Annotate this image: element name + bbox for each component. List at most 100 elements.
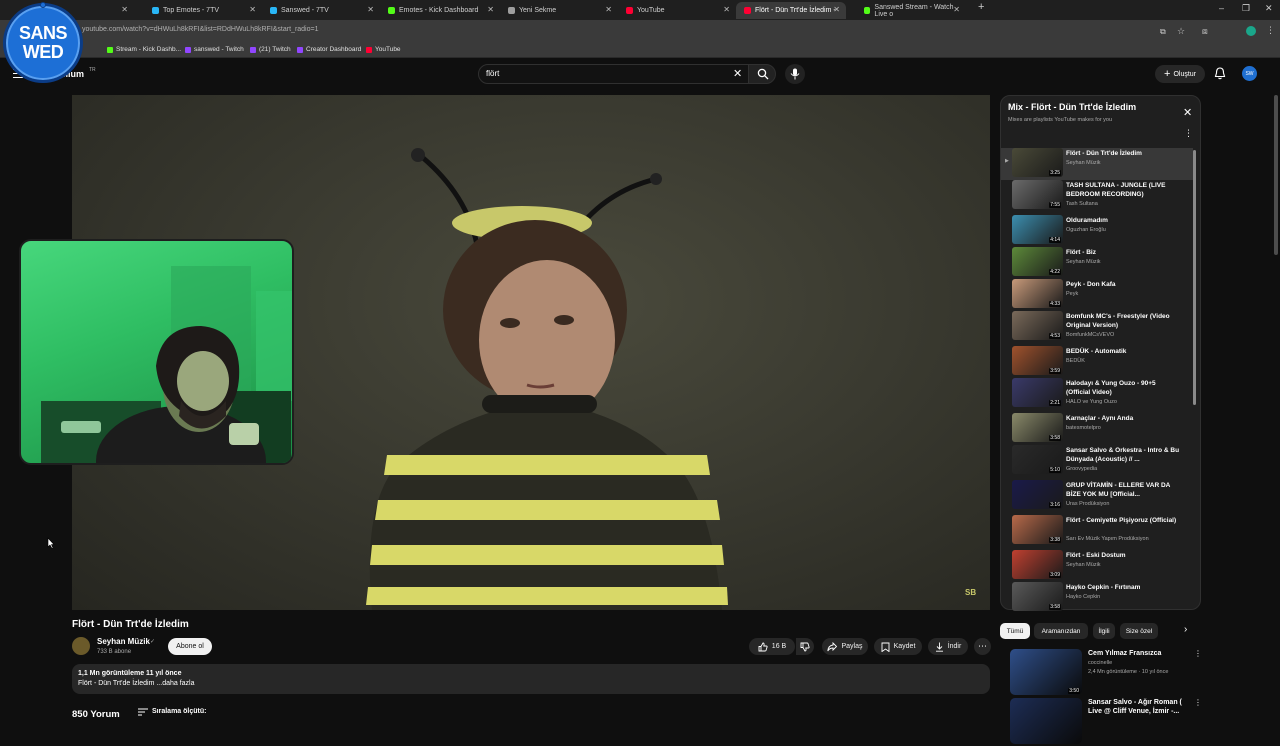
playlist-item[interactable]: 3:09 Flört - Eski Dostum Seyhan Müzik bbox=[1001, 550, 1193, 582]
bell-icon[interactable] bbox=[1214, 67, 1226, 80]
tab-close-icon[interactable]: ✕ bbox=[487, 5, 494, 14]
playlist-thumbnail[interactable]: 4:53 bbox=[1012, 311, 1063, 340]
playlist-item[interactable]: 3:58 Hayko Cepkin - Fırtınam Hayko Cepkin bbox=[1001, 582, 1193, 614]
playlist-thumbnail[interactable]: 2:21 bbox=[1012, 378, 1063, 407]
playlist-thumbnail[interactable]: 7:55 bbox=[1012, 180, 1063, 209]
bookmark-item[interactable]: Stream - Kick Dashb... bbox=[107, 46, 181, 53]
browser-tab[interactable]: YouTube ✕ bbox=[618, 2, 736, 19]
playlist-item-title[interactable]: Flört - Biz bbox=[1066, 248, 1181, 257]
playlist-item[interactable]: 4:53 Bomfunk MC's - Freestyler (Video Ori… bbox=[1001, 311, 1193, 343]
bookmark-item[interactable]: Creator Dashboard bbox=[297, 46, 361, 53]
save-button[interactable]: Kaydet bbox=[874, 638, 922, 655]
close-icon[interactable]: ✕ bbox=[733, 67, 742, 80]
tab-close-icon[interactable]: ✕ bbox=[833, 5, 840, 14]
playlist-item[interactable]: ▶ 3:25 Flört - Dün Trt'de İzledim Seyhan Mü… bbox=[1001, 148, 1193, 180]
description-box[interactable] bbox=[72, 664, 990, 694]
share-button[interactable]: Paylaş bbox=[822, 638, 868, 655]
channel-name[interactable]: Seyhan Müzik bbox=[97, 637, 150, 646]
related-video[interactable]: Sansar Salvo - Ağır Roman ( Live @ Cliff… bbox=[1000, 698, 1202, 746]
browser-tab[interactable]: Top Emotes - 7TV ✕ bbox=[144, 2, 262, 19]
extensions-icon[interactable]: ⧈ bbox=[1202, 26, 1208, 37]
playlist-item[interactable]: 3:38 Flört - Cemiyette Pişiyoruz (Officia… bbox=[1001, 515, 1193, 547]
playlist-item-title[interactable]: Flört - Cemiyette Pişiyoruz (Official) bbox=[1066, 516, 1181, 525]
star-icon[interactable]: ☆ bbox=[1177, 26, 1185, 37]
more-actions-button[interactable]: ⋯ bbox=[974, 638, 991, 655]
playlist-item-title[interactable]: Flört - Dün Trt'de İzledim bbox=[1066, 149, 1181, 158]
filter-chip[interactable]: Aramanızdan bbox=[1034, 623, 1088, 639]
playlist-more-icon[interactable]: ⋮ bbox=[1184, 128, 1193, 139]
related-title[interactable]: Cem Yılmaz Fransızca bbox=[1088, 649, 1184, 658]
playlist-item[interactable]: 3:16 GRUP VİTAMİN - ELLERE VAR DA BİZE YO… bbox=[1001, 480, 1193, 512]
playlist-item[interactable]: 3:58 Karnaçlar - Aynı Anda batesmotelpro bbox=[1001, 413, 1193, 445]
tab-close-icon[interactable]: ✕ bbox=[367, 5, 374, 14]
profile-avatar-icon[interactable] bbox=[1246, 26, 1256, 36]
sort-label[interactable]: Sıralama ölçütü: bbox=[152, 708, 206, 715]
playlist-item[interactable]: 4:33 Peyk - Don Kafa Peyk bbox=[1001, 279, 1193, 311]
dislike-button[interactable] bbox=[796, 638, 814, 655]
playlist-item-title[interactable]: Peyk - Don Kafa bbox=[1066, 280, 1181, 289]
playlist-item[interactable]: 7:55 TASH SULTANA - JUNGLE (LIVE BEDROOM … bbox=[1001, 180, 1193, 212]
search-value[interactable]: flört bbox=[486, 69, 499, 78]
more-icon[interactable]: ⋮ bbox=[1194, 649, 1202, 658]
bookmark-item[interactable]: (21) Twitch bbox=[250, 46, 291, 53]
bookmark-item[interactable]: sanswed - Twitch bbox=[185, 46, 244, 53]
playlist-thumbnail[interactable]: 5:10 bbox=[1012, 445, 1063, 474]
page-scrollbar[interactable] bbox=[1274, 95, 1278, 255]
create-button[interactable]: + Oluştur bbox=[1155, 65, 1205, 83]
tab-close-icon[interactable]: ✕ bbox=[723, 5, 730, 14]
new-tab-icon[interactable]: + bbox=[978, 1, 984, 13]
sort-icon[interactable] bbox=[138, 708, 148, 716]
tab-close-icon[interactable]: ✕ bbox=[121, 5, 128, 14]
tab-close-icon[interactable]: ✕ bbox=[249, 5, 256, 14]
browser-tab[interactable]: Flört - Dün Trt'de İzledim - ✕ bbox=[736, 2, 846, 19]
playlist-item-title[interactable]: Olduramadım bbox=[1066, 216, 1181, 225]
subscribe-button[interactable]: Abone ol bbox=[168, 638, 212, 655]
browser-tab[interactable]: Emotes - Kick Dashboard ✕ bbox=[380, 2, 500, 19]
filter-chip[interactable]: Size özel bbox=[1120, 623, 1158, 639]
browser-tab[interactable]: Sanswed - 7TV ✕ bbox=[262, 2, 380, 19]
playlist-scrollbar[interactable] bbox=[1193, 150, 1196, 405]
playlist-item[interactable]: 4:14 Olduramadım Oguzhan Eroğlu bbox=[1001, 215, 1193, 247]
search-input[interactable] bbox=[478, 64, 750, 84]
like-button[interactable]: 16 B bbox=[749, 638, 795, 655]
filter-chip[interactable]: Tümü bbox=[1000, 623, 1030, 639]
minimize-icon[interactable]: – bbox=[1219, 3, 1224, 13]
bookmark-item[interactable]: YouTube bbox=[366, 46, 401, 53]
playlist-title[interactable]: Mix - Flört - Dün Trt'de İzledim bbox=[1008, 102, 1136, 112]
playlist-item-title[interactable]: Halodayı & Yung Ouzo - 90+5 (Official Vi… bbox=[1066, 379, 1181, 397]
playlist-item-title[interactable]: GRUP VİTAMİN - ELLERE VAR DA BİZE YOK MU… bbox=[1066, 481, 1181, 499]
playlist-item-title[interactable]: Karnaçlar - Aynı Anda bbox=[1066, 414, 1181, 423]
related-thumbnail[interactable]: 3:50 bbox=[1010, 649, 1082, 695]
channel-avatar[interactable] bbox=[72, 637, 90, 655]
download-button[interactable]: İndir bbox=[928, 638, 968, 655]
related-title[interactable]: Sansar Salvo - Ağır Roman ( Live @ Cliff… bbox=[1088, 698, 1184, 716]
playlist-close-icon[interactable]: ✕ bbox=[1183, 106, 1192, 119]
related-video[interactable]: 3:50 Cem Yılmaz Fransızca coccinelle 2,4 Mn… bbox=[1000, 649, 1202, 697]
playlist-item[interactable]: 3:59 BEDÜK - Automatik BEDÜK bbox=[1001, 346, 1193, 378]
related-thumbnail[interactable] bbox=[1010, 698, 1082, 744]
playlist-thumbnail[interactable]: 3:58 bbox=[1012, 413, 1063, 442]
playlist-item[interactable]: 5:10 Sansar Salvo & Orkestra - Intro & Bu… bbox=[1001, 445, 1193, 477]
chevron-right-icon[interactable]: › bbox=[1184, 624, 1187, 635]
playlist-thumbnail[interactable]: 3:58 bbox=[1012, 582, 1063, 611]
playlist-thumbnail[interactable]: 4:14 bbox=[1012, 215, 1063, 244]
playlist-item[interactable]: 4:22 Flört - Biz Seyhan Müzik bbox=[1001, 247, 1193, 279]
playlist-item-title[interactable]: BEDÜK - Automatik bbox=[1066, 347, 1181, 356]
playlist-item-title[interactable]: Sansar Salvo & Orkestra - Intro & Bu Dün… bbox=[1066, 446, 1181, 464]
playlist-item-title[interactable]: Bomfunk MC's - Freestyler (Video Origina… bbox=[1066, 312, 1181, 330]
playlist-thumbnail[interactable]: 3:09 bbox=[1012, 550, 1063, 579]
playlist-item[interactable]: 2:21 Halodayı & Yung Ouzo - 90+5 (Officia… bbox=[1001, 378, 1193, 410]
filter-chip[interactable]: İlgili bbox=[1093, 623, 1115, 639]
playlist-thumbnail[interactable]: 3:16 bbox=[1012, 480, 1063, 509]
voice-search-button[interactable] bbox=[785, 64, 805, 84]
playlist-item-title[interactable]: Hayko Cepkin - Fırtınam bbox=[1066, 583, 1181, 592]
playlist-thumbnail[interactable]: 4:22 bbox=[1012, 247, 1063, 276]
search-button[interactable] bbox=[748, 64, 776, 84]
install-icon[interactable]: ⧉ bbox=[1160, 27, 1166, 37]
browser-tab[interactable]: Yeni Sekme ✕ bbox=[500, 2, 618, 19]
maximize-icon[interactable]: ❐ bbox=[1242, 3, 1250, 14]
browser-menu-icon[interactable]: ⋮ bbox=[1266, 25, 1275, 36]
close-window-icon[interactable]: ✕ bbox=[1265, 3, 1273, 14]
description-text[interactable]: Flört - Dün Trt'de İzledim ...daha fazla bbox=[78, 680, 195, 687]
tab-close-icon[interactable]: ✕ bbox=[605, 5, 612, 14]
